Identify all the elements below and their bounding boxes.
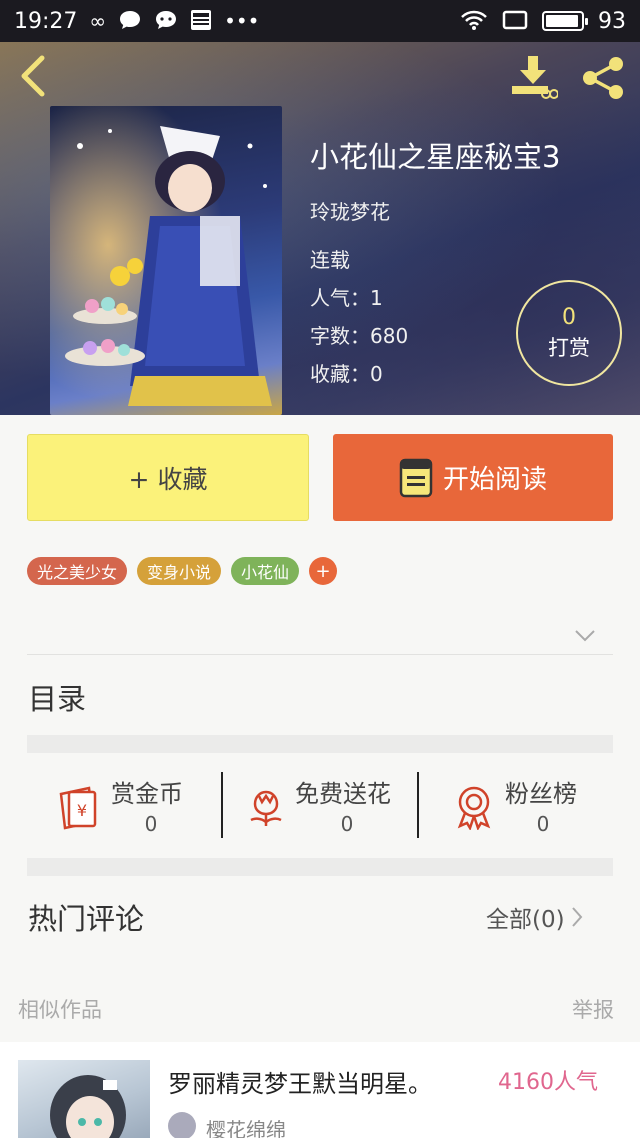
chevron-down-icon: [575, 630, 595, 642]
start-reading-button[interactable]: 开始阅读: [333, 434, 613, 521]
all-comments-label: 全部(0): [486, 907, 565, 933]
reward-coins-item[interactable]: ¥ 赏金币 0: [57, 770, 222, 840]
news-icon: [190, 9, 212, 34]
send-flower-value: 0: [340, 812, 354, 836]
tag-item[interactable]: 光之美少女: [27, 557, 128, 585]
divider: [27, 654, 613, 655]
collect-button-label: + 收藏: [128, 464, 208, 494]
table-of-contents[interactable]: 目录: [28, 676, 86, 718]
similar-work-cover: [18, 1060, 150, 1138]
separator: [221, 772, 223, 838]
avatar: [168, 1112, 196, 1138]
start-reading-label: 开始阅读: [442, 465, 547, 495]
chevron-left-icon: [21, 55, 45, 97]
fan-ranking-label: 粉丝榜: [505, 780, 577, 808]
support-row: ¥ 赏金币 0 免费送花 0 粉丝榜 0: [27, 770, 613, 840]
collect-button[interactable]: + 收藏: [27, 434, 309, 521]
report-link[interactable]: 举报: [572, 994, 614, 1024]
tag-item[interactable]: 小花仙: [231, 557, 300, 585]
fan-ranking-item[interactable]: 粉丝榜 0: [451, 770, 611, 840]
book-icon: [399, 458, 433, 497]
red-envelope-icon: ¥: [59, 786, 97, 830]
download-icon: [512, 56, 559, 99]
separator: [417, 772, 419, 838]
similar-work-item[interactable]: 罗丽精灵梦王默当明星。 4160人气 樱花绵绵: [0, 1042, 640, 1138]
battery-fill: [546, 15, 578, 27]
message-icon: [154, 9, 178, 34]
book-status: 连载: [310, 248, 350, 272]
share-icon: [583, 57, 623, 99]
infinity-icon: ∞: [89, 9, 107, 33]
reward-coins-value: 0: [144, 812, 158, 836]
section-separator: [27, 858, 613, 876]
tip-label: 打赏: [548, 335, 590, 360]
tag-item[interactable]: 变身小说: [137, 557, 222, 585]
chat-bubble-icon: [118, 9, 142, 34]
share-button[interactable]: [580, 54, 628, 102]
similar-work-title: 罗丽精灵梦王默当明星。: [168, 1070, 432, 1098]
battery-level: 93: [598, 8, 626, 34]
tag-list: 光之美少女 变身小说 小花仙 +: [27, 557, 338, 585]
book-hero: 小花仙之星座秘宝3 玲珑梦花 连载 人气：1 字数：680 收藏：0 0 打赏: [0, 42, 640, 415]
hot-comments-title: 热门评论: [28, 902, 145, 936]
popularity-stat: 人气：1: [310, 286, 383, 310]
favorites-stat: 收藏：0: [310, 362, 383, 386]
expand-description-button[interactable]: [574, 628, 596, 644]
word-count-stat: 字数：680: [310, 324, 409, 348]
add-tag-button[interactable]: +: [309, 557, 338, 585]
medal-icon: [457, 786, 491, 830]
chevron-right-icon: [571, 907, 582, 927]
flower-icon: [250, 790, 282, 826]
status-bar: 19:27 ∞ ••• 93: [0, 0, 640, 42]
svg-text:¥: ¥: [77, 801, 87, 820]
reward-coins-label: 赏金币: [111, 780, 183, 808]
book-title: 小花仙之星座秘宝3: [310, 140, 561, 174]
cover-illustration: [50, 106, 282, 415]
back-button[interactable]: [14, 54, 54, 98]
book-cover[interactable]: [50, 106, 282, 415]
all-comments-link[interactable]: 全部(0): [486, 900, 583, 934]
book-author[interactable]: 玲珑梦花: [310, 196, 390, 225]
send-flower-item[interactable]: 免费送花 0: [243, 770, 419, 840]
more-dots-icon: •••: [224, 9, 260, 33]
similar-work-popularity: 4160人气: [498, 1070, 598, 1095]
status-time: 19:27: [14, 8, 78, 34]
screen-icon: [502, 9, 528, 34]
wifi-icon: [460, 9, 488, 34]
send-flower-label: 免费送花: [295, 780, 391, 808]
section-separator: [27, 735, 613, 753]
battery-icon: [542, 11, 588, 31]
similar-work-author: 樱花绵绵: [206, 1118, 286, 1138]
fan-ranking-value: 0: [536, 812, 550, 836]
download-button[interactable]: [508, 54, 559, 100]
tip-count: 0: [562, 304, 576, 330]
similar-works-label: 相似作品: [18, 998, 102, 1022]
tip-button[interactable]: 0 打赏: [516, 280, 622, 386]
